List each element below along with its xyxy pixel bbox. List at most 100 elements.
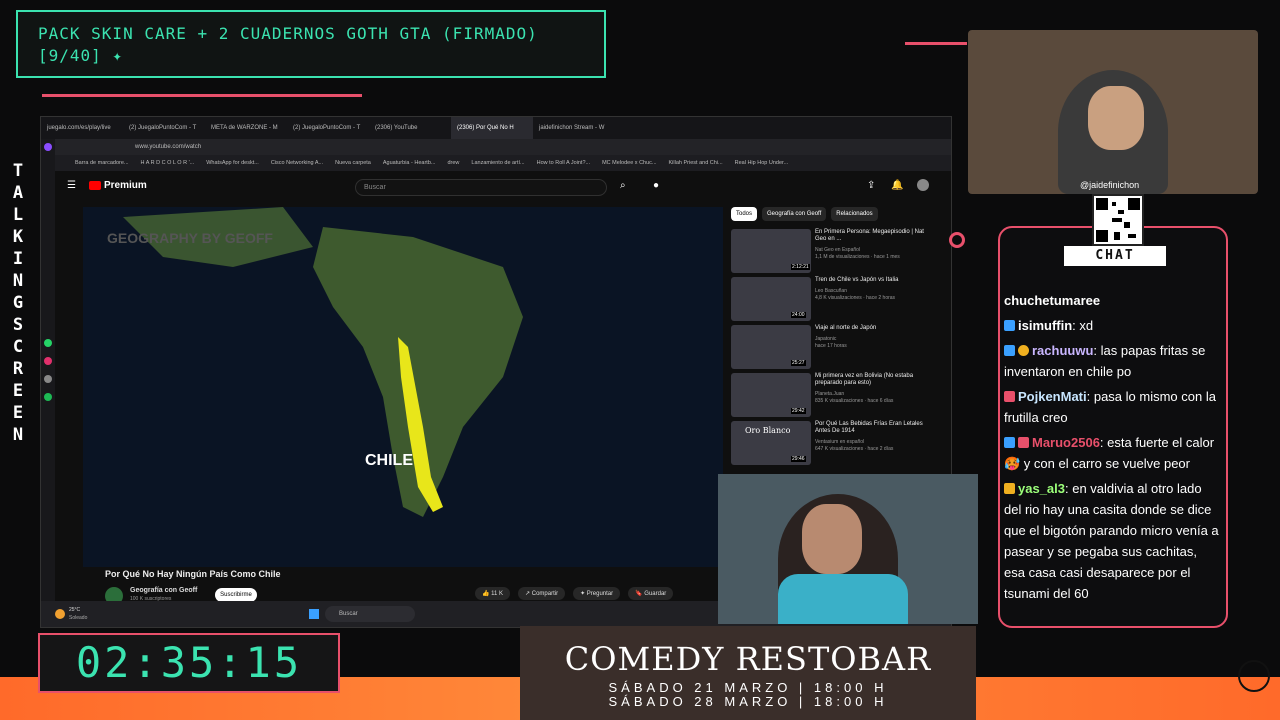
bookmark-item[interactable]: H A R D C O L O R '... <box>141 155 195 171</box>
spotify-icon[interactable] <box>44 393 52 401</box>
recommendation-channel: Japatonic <box>815 336 837 342</box>
browser-sidebar <box>41 139 55 627</box>
map-label: CHILE <box>365 452 413 469</box>
chat-text: : xd <box>1072 318 1094 333</box>
shirt <box>778 574 908 624</box>
ask-button[interactable]: ✦ Preguntar <box>573 587 621 600</box>
tiktok-icon[interactable] <box>44 375 52 383</box>
logo-label: Premium <box>104 180 147 191</box>
recommendation-item[interactable]: 29:42 Mi primera vez en Bolivia (No esta… <box>731 373 951 419</box>
banner-progress: [9/40] ✦ <box>38 46 124 65</box>
thumbnail-text: Oro Blanco <box>745 426 791 435</box>
stream-timer: 02:35:15 <box>38 633 340 693</box>
bookmark-item[interactable]: drew <box>447 155 459 171</box>
browser-tab[interactable]: META de WARZONE - M <box>205 117 287 139</box>
qr-pattern <box>1096 198 1140 242</box>
whatsapp-icon[interactable] <box>44 339 52 347</box>
like-button[interactable]: 👍 11 K <box>475 587 511 600</box>
address-bar[interactable]: www.youtube.com/watch <box>55 139 951 155</box>
webcam-handle: @jaidefinichon <box>1080 180 1140 190</box>
subscribe-button[interactable]: Suscribirme <box>215 588 257 602</box>
recommendation-channel: Leo Bascuñan <box>815 288 847 294</box>
recommendation-channel: Nat Geo en Español <box>815 247 861 253</box>
bookmark-item[interactable]: Killah Priest and Chi... <box>669 155 723 171</box>
like-count: 11 K <box>491 591 504 597</box>
bookmark-item[interactable]: WhatsApp for deskt... <box>206 155 259 171</box>
chat-username: chuchetumaree <box>1004 293 1101 308</box>
sparkle-icon: ✦ <box>580 591 587 597</box>
search-input[interactable]: Buscar <box>355 179 607 196</box>
video-duration: 24:00 <box>791 312 806 318</box>
recommendation-meta: 647 K visualizaciones · hace 2 días <box>815 446 894 452</box>
bookmark-item[interactable]: Nueva carpeta <box>335 155 371 171</box>
mic-icon[interactable]: ● <box>653 180 659 191</box>
decor-line <box>42 94 362 97</box>
face <box>802 504 862 574</box>
upload-icon[interactable]: ⇪ <box>867 180 875 191</box>
chat-label: CHAT <box>1064 246 1166 266</box>
browser-tab-active[interactable]: (2306) Por Qué No H <box>451 117 533 139</box>
recommendation-meta: hace 17 horas <box>815 343 847 349</box>
instagram-icon[interactable] <box>44 357 52 365</box>
recommendation-item[interactable]: 24:00 Tren de Chile vs Japón vs Italia L… <box>731 277 951 323</box>
video-actions: 👍 11 K ↗ Compartir ✦ Preguntar 🔖 Guardar <box>475 587 674 600</box>
recommendation-item[interactable]: Oro Blanco 29:46 Por Qué Las Bebidas Frí… <box>731 421 951 467</box>
filter-chips: Todos Geografía con Geoff Relacionados <box>731 207 878 221</box>
video-player[interactable]: GEOGRAPHY BY GEOFF CHILE <box>83 207 723 567</box>
vertical-brand-text: TALKING SCREEN <box>12 161 24 445</box>
bookmark-item[interactable]: Barra de marcadore... <box>75 155 129 171</box>
chat-username: rachuuwu <box>1032 343 1094 358</box>
chat-message: PojkenMati: pasa lo mismo con la frutill… <box>1004 386 1220 428</box>
weather-temp: 25°C <box>69 607 81 613</box>
bookmark-item[interactable]: Aguaturbia - Heartb... <box>383 155 436 171</box>
bookmark-icon: 🔖 <box>635 591 645 597</box>
recommendation-title: Tren de Chile vs Japón vs Italia <box>815 277 899 283</box>
bookmark-item[interactable]: MC Melodee x Chuc... <box>602 155 656 171</box>
chip-channel[interactable]: Geografía con Geoff <box>762 207 827 221</box>
notifications-icon[interactable]: 🔔 <box>891 180 903 191</box>
recommendation-title: Viaje al norte de Japón <box>815 325 877 331</box>
recommendation-item[interactable]: 25:27 Viaje al norte de Japón Japatonic … <box>731 325 951 371</box>
chat-text: : en valdivia al otro lado del rio hay u… <box>1004 481 1219 601</box>
chat-username: PojkenMati <box>1018 389 1087 404</box>
chat-message: chuchetumaree <box>1004 290 1220 311</box>
ad-date-2: SÁBADO 28 MARZO | 18:00 H <box>608 694 888 709</box>
channel-name[interactable]: Geografía con Geoff <box>130 587 197 594</box>
qr-code <box>1092 194 1144 246</box>
browser-tab[interactable]: (2306) YouTube <box>369 117 451 139</box>
browser-tab[interactable]: (2) JuegaloPuntoCom - T <box>123 117 205 139</box>
menu-icon[interactable]: ☰ <box>67 180 76 191</box>
chip-all[interactable]: Todos <box>731 207 758 221</box>
recommendation-item[interactable]: 2:12:21 En Primera Persona: Megaepisodio… <box>731 229 951 275</box>
bookmark-item[interactable]: Cisco Networking A... <box>271 155 323 171</box>
browser-tab[interactable]: jaidefinichon Stream - W <box>533 117 615 139</box>
youtube-logo[interactable]: Premium <box>89 180 147 191</box>
video-duration: 29:42 <box>791 408 806 414</box>
badge-icon <box>1004 483 1015 494</box>
bookmarks-bar: Barra de marcadore... H A R D C O L O R … <box>55 155 951 171</box>
bookmark-item[interactable]: How to Roll A Joint?... <box>537 155 591 171</box>
avatar[interactable] <box>917 179 929 191</box>
ad-date-1: SÁBADO 21 MARZO | 18:00 H <box>608 680 888 695</box>
taskbar-search[interactable]: Buscar <box>325 606 415 622</box>
decor-line <box>905 42 967 45</box>
share-button[interactable]: ↗ Compartir <box>518 587 566 600</box>
browser-tab[interactable]: (2) JuegaloPuntoCom - T <box>287 117 369 139</box>
browser-tab[interactable]: juegalo.com/es/play/live <box>41 117 123 139</box>
recommendation-meta: 4,8 K visualizaciones · hace 2 horas <box>815 295 896 301</box>
workspace-icon[interactable] <box>44 143 52 151</box>
weather-desc: Soleado <box>69 615 88 621</box>
bookmark-item[interactable]: Real Hip Hop Under... <box>735 155 789 171</box>
windows-start-icon[interactable] <box>309 609 319 619</box>
chat-messages: chuchetumaree isimuffin: xd rachuuwu: la… <box>1004 290 1220 608</box>
decor-circle <box>949 232 965 248</box>
search-icon[interactable]: ⌕ <box>620 180 626 191</box>
tab-bar: juegalo.com/es/play/live (2) JuegaloPunt… <box>41 117 951 139</box>
recommendation-title: Mi primera vez en Bolivia (No estaba pre… <box>815 373 914 386</box>
bookmark-item[interactable]: Lanzamiento de artí... <box>471 155 524 171</box>
recommendation-meta: 835 K visualizaciones · hace 6 días <box>815 398 894 404</box>
streamer-webcam: @jaidefinichon <box>968 30 1258 194</box>
face <box>1088 86 1144 150</box>
chip-related[interactable]: Relacionados <box>831 207 878 221</box>
save-button[interactable]: 🔖 Guardar <box>628 587 674 600</box>
